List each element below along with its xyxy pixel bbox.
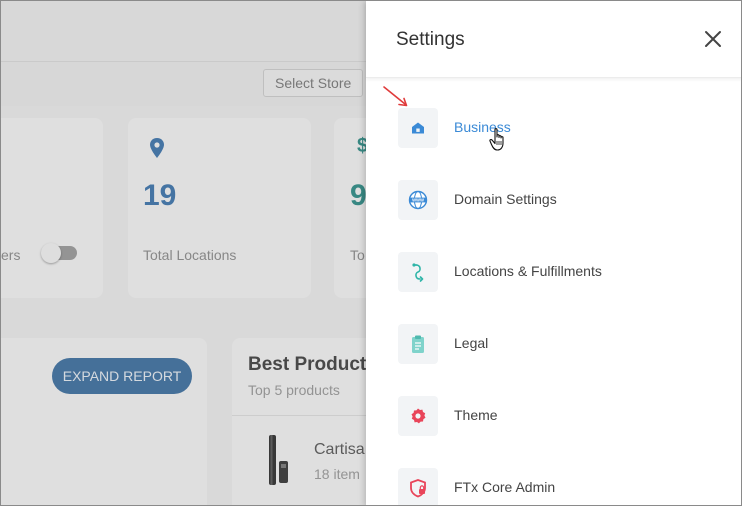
hand-cursor-icon [489,128,504,151]
route-icon [412,263,424,282]
settings-title: Settings [396,29,465,50]
settings-item-business[interactable]: Business [398,108,718,148]
theme-icon-box [398,396,438,436]
domain-icon-box: WWW [398,180,438,220]
settings-item-label: Locations & Fulfillments [454,263,602,279]
close-icon[interactable] [703,29,723,49]
globe-www-icon: WWW [408,190,428,210]
annotation-arrow-icon [383,86,408,107]
business-icon-box [398,108,438,148]
clipboard-icon [412,335,424,353]
app-window: Select Store ers 19 Total Locations $ 9 … [0,0,742,506]
settings-item-label: Theme [454,407,498,423]
modal-backdrop[interactable] [1,1,366,505]
legal-icon-box [398,324,438,364]
settings-item-ftx-core-admin[interactable]: FTx Core Admin [398,468,718,505]
settings-item-legal[interactable]: Legal [398,324,718,364]
locations-icon-box [398,252,438,292]
settings-item-label: Legal [454,335,489,351]
settings-item-label: Domain Settings [454,191,557,207]
settings-item-locations[interactable]: Locations & Fulfillments [398,252,718,292]
settings-header: Settings [366,1,741,78]
settings-item-domain[interactable]: WWW Domain Settings [398,180,718,220]
settings-item-theme[interactable]: Theme [398,396,718,436]
settings-item-label: FTx Core Admin [454,479,556,495]
shield-lock-icon [410,479,426,498]
svg-text:WWW: WWW [412,198,424,203]
home-icon [412,122,424,134]
gear-icon [411,408,426,424]
admin-icon-box [398,468,438,505]
settings-panel: Settings Business WWW Domain Settings Lo… [366,1,741,505]
